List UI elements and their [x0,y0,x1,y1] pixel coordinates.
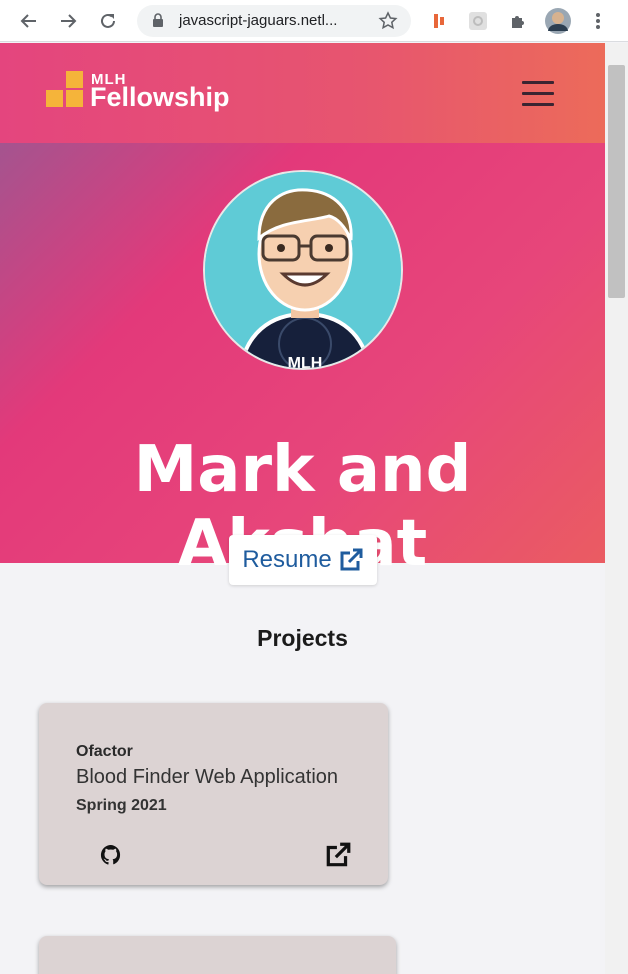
back-icon[interactable] [14,6,44,36]
project-card[interactable]: Ofactor Blood Finder Web Application Spr… [39,703,388,885]
forward-icon[interactable] [53,6,83,36]
extension-gear-icon[interactable] [463,6,493,36]
star-icon[interactable] [378,11,398,36]
lock-icon [152,13,164,33]
extension-icon[interactable] [424,6,454,36]
site-header: MLH Fellowship [0,43,605,143]
reload-icon[interactable] [93,6,123,36]
projects-heading: Projects [257,625,348,651]
project-link-icon[interactable] [324,841,352,869]
resume-label: Resume [242,546,332,573]
project-card[interactable] [39,936,396,974]
profile-avatar-icon[interactable] [543,6,573,36]
project-term: Spring 2021 [76,797,167,814]
hamburger-icon[interactable] [522,81,554,107]
url-text: javascript-jaguars.netl... [179,12,338,29]
project-name: Blood Finder Web Application [76,766,339,788]
project-org: Ofactor [76,743,133,760]
puzzle-icon[interactable] [503,6,533,36]
resume-button[interactable]: Resume [229,535,377,585]
page-scrollbar[interactable] [605,43,628,974]
mlh-fellowship-logo[interactable]: MLH Fellowship [46,71,246,119]
page-viewport: MLH Fellowship MLH Mark and Akshat Resum… [0,43,605,974]
external-link-icon [340,548,363,571]
github-icon[interactable] [99,843,123,867]
menu-dots-icon[interactable] [583,6,613,36]
address-bar[interactable]: javascript-jaguars.netl... [137,5,411,37]
svg-text:MLH: MLH [288,355,323,370]
profile-avatar: MLH [203,170,403,370]
browser-toolbar: javascript-jaguars.netl... [0,0,628,42]
scrollbar-thumb[interactable] [608,65,625,298]
logo-fellowship-text: Fellowship [90,82,230,112]
